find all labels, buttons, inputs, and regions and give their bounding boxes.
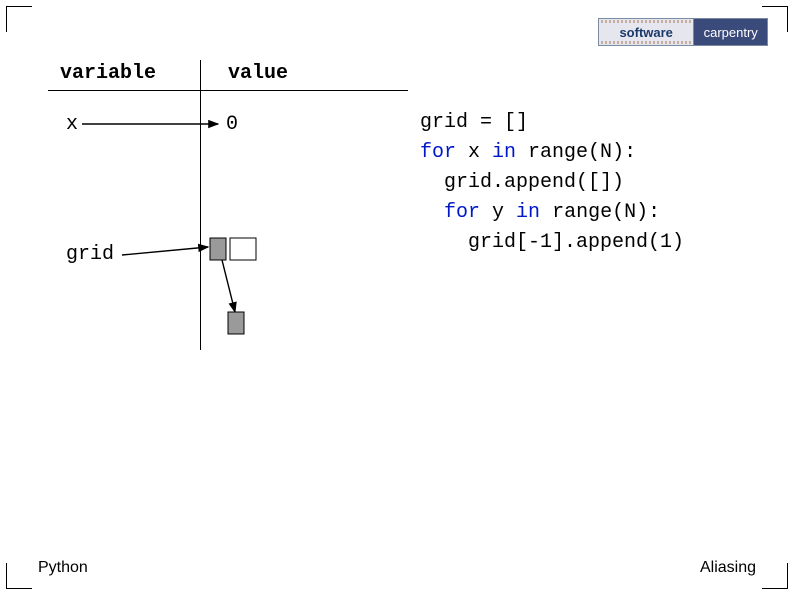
- code-l4-kw2: in: [516, 201, 540, 224]
- table-hline: [48, 90, 408, 91]
- corner-br: [762, 563, 788, 589]
- logo-right: carpentry: [694, 19, 767, 45]
- code-l4-a: y: [480, 201, 516, 224]
- code-l2-kw1: for: [420, 141, 456, 164]
- corner-bl: [6, 563, 32, 589]
- footer-left: Python: [38, 559, 88, 577]
- slide: software carpentry variable value x 0 gr…: [0, 0, 794, 595]
- code-l5: grid[-1].append(1): [420, 231, 684, 254]
- open-box: [230, 238, 256, 260]
- outer-list-cell: [210, 238, 226, 260]
- code-l4-b: range(N):: [540, 201, 660, 224]
- inner-list-cell: [228, 312, 244, 334]
- code-l2-a: x: [456, 141, 492, 164]
- table-vline: [200, 60, 201, 350]
- corner-tl: [6, 6, 32, 32]
- code-l3: grid.append([]): [420, 171, 624, 194]
- logo-left: software: [599, 19, 694, 45]
- code-block: grid = [] for x in range(N): grid.append…: [420, 108, 684, 258]
- row-grid-name: grid: [66, 243, 114, 266]
- code-l2-b: range(N):: [516, 141, 636, 164]
- code-l4-kw1: for: [444, 201, 480, 224]
- row-x-value: 0: [226, 113, 238, 136]
- table-header-variable: variable: [60, 62, 210, 85]
- memory-diagram: [60, 100, 320, 360]
- arrow-list-to-inner: [222, 260, 235, 312]
- arrow-grid-to-list: [122, 247, 208, 255]
- table-header-value: value: [210, 62, 400, 85]
- footer-right: Aliasing: [700, 559, 756, 577]
- code-l2-kw2: in: [492, 141, 516, 164]
- logo: software carpentry: [598, 18, 768, 46]
- table-header: variable value: [60, 62, 400, 85]
- row-x-name: x: [66, 113, 78, 136]
- code-l1: grid = []: [420, 111, 528, 134]
